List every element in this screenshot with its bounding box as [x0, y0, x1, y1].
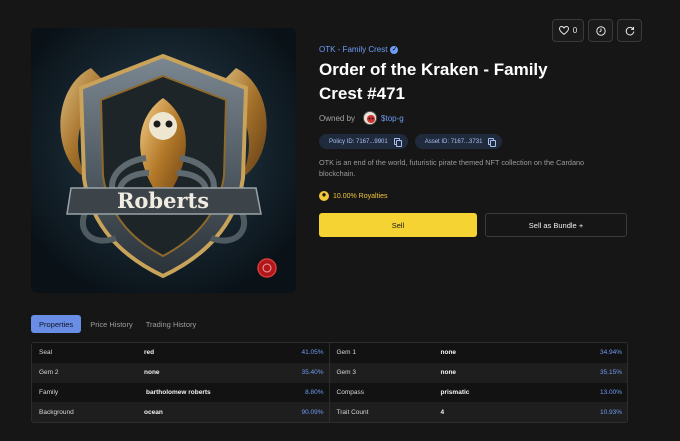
attribute-value: bartholomew roberts: [146, 388, 211, 396]
clock-icon: [595, 25, 606, 36]
attribute-name: Compass: [336, 388, 364, 396]
tab-price-history[interactable]: Price History: [90, 315, 133, 333]
collection-link[interactable]: OTK - Family Crest ✓: [319, 45, 399, 54]
owned-by-label: Owned by: [319, 113, 356, 123]
verified-badge-icon: ✓: [390, 45, 399, 54]
avatar[interactable]: [363, 111, 378, 125]
asset-id-chips: Policy ID: 7167...9901 Asset ID: 7167...…: [319, 134, 503, 149]
table-row: Gem 2 none 35.40%: [32, 362, 329, 383]
attribute-rarity: 10.93%: [599, 408, 622, 416]
asset-toolbar: 0: [552, 19, 642, 42]
attribute-name: Background: [39, 408, 74, 416]
attribute-value: none: [440, 349, 457, 357]
attribute-name: Gem 1: [336, 349, 357, 357]
sell-as-bundle-button[interactable]: Sell as Bundle +: [485, 213, 627, 237]
attribute-rarity: 35.40%: [301, 369, 324, 377]
attribute-value: red: [144, 349, 155, 357]
collection-name: OTK - Family Crest: [319, 45, 388, 54]
royalties-info: ✹ 10.00% Royalties: [319, 191, 387, 201]
table-row: Background ocean 90.09%: [32, 402, 329, 422]
sell-button[interactable]: Sell: [319, 213, 477, 237]
table-row: Trait Count 4 10.93%: [329, 402, 627, 422]
attribute-value: 4: [440, 408, 445, 416]
policy-id-label: Policy ID: 7167...9901: [329, 138, 388, 145]
table-row: Gem 1 none 34.94%: [329, 343, 627, 363]
attribute-name: Gem 3: [336, 369, 357, 377]
table-row: Gem 3 none 35.15%: [329, 362, 627, 383]
asset-id-chip[interactable]: Asset ID: 7167...3731: [414, 134, 503, 149]
attribute-name: Family: [39, 388, 59, 396]
attribute-value: prismatic: [440, 388, 470, 396]
asset-id-label: Asset ID: 7167...3731: [424, 138, 483, 145]
attribute-rarity: 90.09%: [301, 408, 324, 416]
copy-icon[interactable]: [488, 138, 497, 147]
properties-table: Seal red 41.05% Gem 2 none 35.40% Family…: [31, 342, 628, 423]
history-button[interactable]: [588, 19, 613, 42]
family-crest-artwork: Roberts: [31, 28, 296, 293]
attribute-value: none: [144, 369, 160, 377]
refresh-button[interactable]: [617, 19, 642, 42]
tab-properties[interactable]: Properties: [31, 315, 82, 333]
attribute-value: none: [440, 369, 457, 377]
nft-image[interactable]: Roberts: [31, 28, 296, 293]
attribute-name: Seal: [39, 349, 53, 357]
table-row: Seal red 41.05%: [32, 343, 329, 363]
attribute-rarity: 35.15%: [599, 369, 622, 377]
refresh-icon: [625, 26, 634, 35]
gear-icon: ✹: [319, 191, 329, 201]
like-button[interactable]: 0: [552, 19, 584, 42]
heart-icon: [558, 26, 569, 35]
page-title: Order of the Kraken - Family Crest #471: [319, 60, 548, 103]
royalties-label: 10.00% Royalties: [333, 192, 388, 200]
banner-text: Roberts: [117, 188, 209, 213]
attribute-name: Gem 2: [39, 369, 59, 377]
attribute-name: Trait Count: [336, 408, 369, 416]
owner-info: Owned by $top-g: [319, 111, 404, 125]
asset-description: OTK is an end of the world, futuristic p…: [319, 158, 585, 178]
copy-icon[interactable]: [393, 138, 402, 147]
policy-id-chip[interactable]: Policy ID: 7167...9901: [319, 134, 408, 149]
table-row: Compass prismatic 13.00%: [329, 382, 627, 403]
attribute-rarity: 13.00%: [599, 388, 622, 396]
tab-bar: Properties Price History Trading History: [31, 315, 196, 333]
owner-avatar-icon: [364, 112, 377, 124]
tab-trading-history[interactable]: Trading History: [146, 315, 197, 333]
properties-column-right: Gem 1 none 34.94% Gem 3 none 35.15% Comp…: [329, 343, 627, 422]
owner-name-link[interactable]: $top-g: [381, 114, 404, 123]
table-row: Family bartholomew roberts 8.80%: [32, 382, 329, 403]
attribute-rarity: 8.80%: [305, 388, 324, 396]
properties-column-left: Seal red 41.05% Gem 2 none 35.40% Family…: [32, 343, 330, 422]
attribute-rarity: 41.05%: [301, 349, 324, 357]
like-count: 0: [572, 26, 578, 35]
attribute-rarity: 34.94%: [599, 349, 622, 357]
attribute-value: ocean: [144, 408, 163, 416]
